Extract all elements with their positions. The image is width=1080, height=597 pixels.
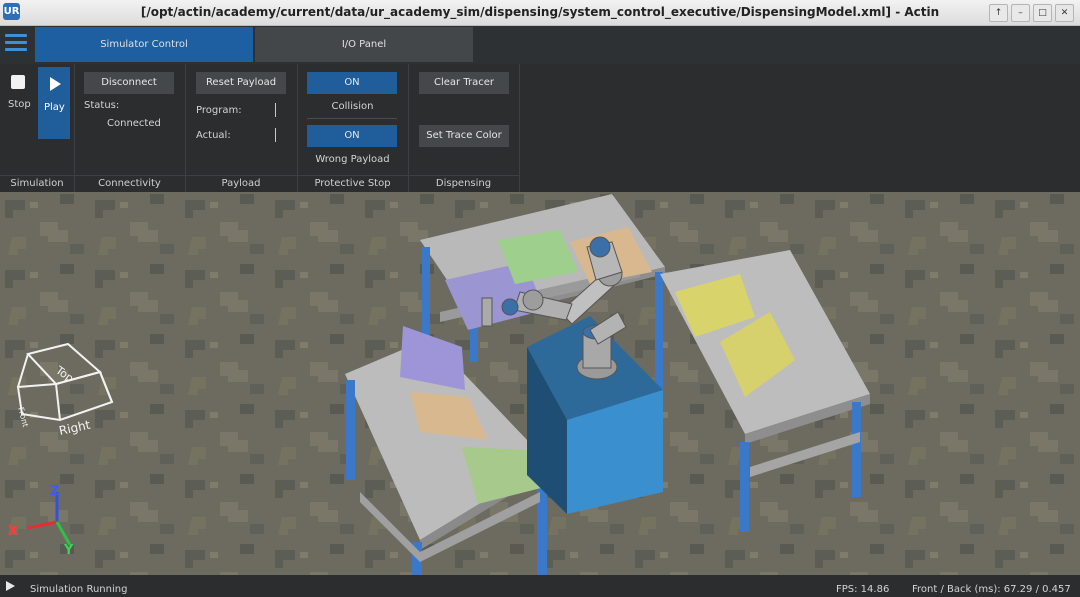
status-bar: Simulation Running FPS: 14.86 Front / Ba… [0,575,1080,597]
reset-payload-button[interactable]: Reset Payload [196,72,286,94]
divider [307,118,397,119]
group-payload: Reset Payload Program: Actual: Payload [185,64,298,192]
status-value: Connected [107,118,161,129]
simulation-3d-viewport[interactable]: Top Right Front Z X Y [0,192,1080,575]
window-title: [/opt/actin/academy/current/data/ur_acad… [140,5,940,19]
group-dispensing: Clear Tracer Set Trace Color Dispensing [408,64,520,192]
stop-icon [11,75,25,89]
group-label-protective-stop: Protective Stop [297,175,408,192]
play-button[interactable]: Play [38,67,70,139]
tab-bar: Simulator Control I/O Panel [0,26,1080,64]
scene-canvas[interactable]: Top Right Front Z X Y [0,192,1080,575]
control-ribbon: Stop Play Simulation State Disconnect St… [0,64,1080,205]
actual-label: Actual: [196,130,231,141]
program-label: Program: [196,105,242,116]
program-value-field [275,103,276,117]
clear-tracer-button[interactable]: Clear Tracer [419,72,509,94]
tab-simulator-control[interactable]: Simulator Control [35,27,253,62]
collision-toggle-button[interactable]: ON [307,72,397,94]
play-label: Play [44,102,65,113]
axis-z-label: Z [50,484,59,499]
group-simulation-state: Stop Play Simulation State [0,64,75,205]
group-protective-stop: ON Collision ON Wrong Payload Protective… [297,64,409,192]
simulation-status-text: Simulation Running [30,584,128,595]
status-play-icon [6,581,15,591]
play-icon [50,77,61,91]
axis-x-label: X [8,524,18,539]
window-keep-above-button[interactable]: ↑ [989,4,1008,22]
window-controls: ↑ – □ ✕ [989,4,1074,22]
group-connectivity: Disconnect Status: Connected Connectivit… [74,64,186,192]
stop-button[interactable]: Stop [0,64,36,136]
stop-label: Stop [8,99,31,110]
status-label: Status: [84,100,120,111]
disconnect-button[interactable]: Disconnect [84,72,174,94]
window-close-button[interactable]: ✕ [1055,4,1074,22]
set-trace-color-button[interactable]: Set Trace Color [419,125,509,147]
wrong-payload-label: Wrong Payload [315,154,390,165]
group-label-simulation-state: Simulation State [0,175,74,205]
window-titlebar: UR [/opt/actin/academy/current/data/ur_a… [0,0,1080,26]
tab-io-panel[interactable]: I/O Panel [255,27,473,62]
group-label-dispensing: Dispensing [408,175,519,192]
collision-label: Collision [331,101,374,112]
wrong-payload-toggle-button[interactable]: ON [307,125,397,147]
fps-readout: FPS: 14.86 [836,584,890,595]
hamburger-menu-icon[interactable] [5,34,27,52]
frontback-readout: Front / Back (ms): 67.29 / 0.457 [912,584,1071,595]
window-minimize-button[interactable]: – [1011,4,1030,22]
window-maximize-button[interactable]: □ [1033,4,1052,22]
group-label-payload: Payload [185,175,297,192]
group-label-connectivity: Connectivity [74,175,185,192]
actual-value-field [275,128,276,142]
axis-y-label: Y [63,543,74,558]
